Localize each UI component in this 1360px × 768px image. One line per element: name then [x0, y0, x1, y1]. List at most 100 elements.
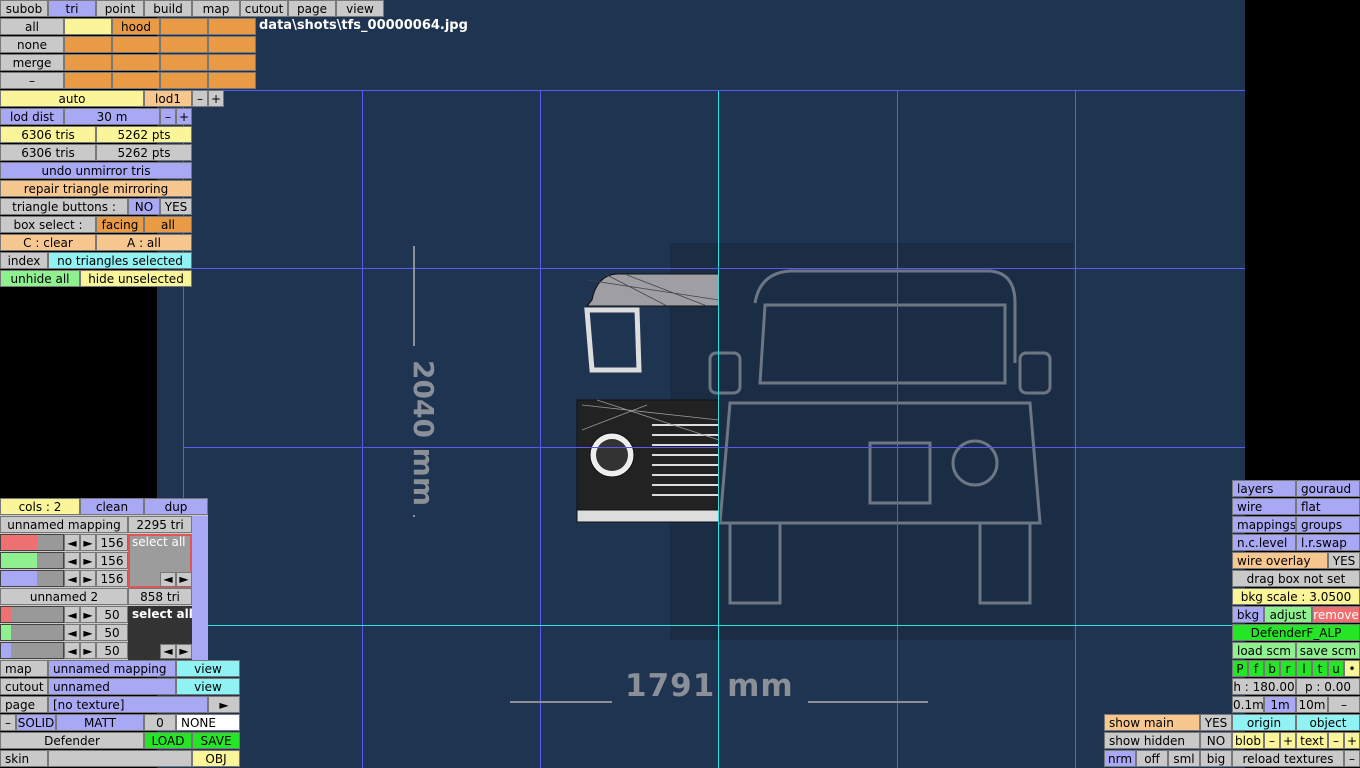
- off-button[interactable]: off: [1136, 750, 1168, 767]
- lod-level[interactable]: lod1: [144, 90, 192, 107]
- red-slider[interactable]: [0, 606, 64, 623]
- wire-overlay-yes[interactable]: YES: [1328, 552, 1360, 569]
- model-name[interactable]: Defender: [0, 732, 144, 749]
- arrow-left-icon[interactable]: ◄: [160, 644, 176, 659]
- lod-dist-minus[interactable]: –: [160, 108, 176, 125]
- minus-button[interactable]: –: [0, 714, 16, 731]
- green-slider[interactable]: [0, 552, 64, 569]
- dot-icon[interactable]: •: [1344, 660, 1360, 677]
- arrow-left-icon[interactable]: ◄: [64, 642, 80, 659]
- index-button[interactable]: index: [0, 252, 48, 269]
- page-value[interactable]: [no texture]: [48, 696, 208, 713]
- part-slot[interactable]: [64, 18, 112, 35]
- text-label[interactable]: text: [1296, 732, 1328, 749]
- arrow-right-icon[interactable]: ►: [80, 534, 96, 551]
- show-hidden-label[interactable]: show hidden: [1104, 732, 1200, 749]
- flag-t[interactable]: t: [1312, 660, 1328, 677]
- mapping-1-name[interactable]: unnamed mapping: [0, 516, 128, 533]
- menu-cutout[interactable]: cutout: [240, 0, 288, 17]
- step-1m[interactable]: 1m: [1264, 696, 1296, 713]
- save-button[interactable]: SAVE: [192, 732, 240, 749]
- flag-f[interactable]: f: [1248, 660, 1264, 677]
- arrow-right-icon[interactable]: ►: [80, 570, 96, 587]
- show-main-yes[interactable]: YES: [1200, 714, 1232, 731]
- repair-mirroring-button[interactable]: repair triangle mirroring: [0, 180, 192, 197]
- part-slot[interactable]: [208, 18, 256, 35]
- menu-tri[interactable]: tri: [48, 0, 96, 17]
- arrow-right-icon[interactable]: ►: [176, 644, 192, 659]
- lod-auto-button[interactable]: auto: [0, 90, 144, 107]
- menu-map[interactable]: map: [192, 0, 240, 17]
- reload-minus[interactable]: –: [1344, 750, 1360, 767]
- arrow-right-icon[interactable]: ►: [80, 552, 96, 569]
- part-slot[interactable]: [160, 18, 208, 35]
- part-slot[interactable]: [208, 36, 256, 53]
- part-slot[interactable]: [112, 36, 160, 53]
- arrow-left-icon[interactable]: ◄: [64, 534, 80, 551]
- model-file[interactable]: DefenderF_ALP: [1232, 624, 1360, 641]
- groups-button[interactable]: groups: [1296, 516, 1360, 533]
- part-slot[interactable]: [64, 54, 112, 71]
- part-hood[interactable]: hood: [112, 18, 160, 35]
- step-10m[interactable]: 10m: [1296, 696, 1328, 713]
- viewport[interactable]: [157, 0, 1245, 768]
- play-icon[interactable]: ►: [208, 696, 240, 713]
- part-slot[interactable]: [160, 36, 208, 53]
- gouraud-button[interactable]: gouraud: [1296, 480, 1360, 497]
- lod-dist-plus[interactable]: +: [176, 108, 192, 125]
- arrow-left-icon[interactable]: ◄: [160, 572, 176, 587]
- lod-dist-value[interactable]: 30 m: [64, 108, 160, 125]
- nrm-button[interactable]: nrm: [1104, 750, 1136, 767]
- bkg-scale[interactable]: bkg scale : 3.0500: [1232, 588, 1360, 605]
- flag-l[interactable]: l: [1296, 660, 1312, 677]
- map-value[interactable]: unnamed mapping: [48, 660, 176, 677]
- unhide-all-button[interactable]: unhide all: [0, 270, 80, 287]
- wire-overlay-label[interactable]: wire overlay: [1232, 552, 1328, 569]
- arrow-left-icon[interactable]: ◄: [64, 624, 80, 641]
- remove-button[interactable]: remove: [1312, 606, 1360, 623]
- mappings-button[interactable]: mappings: [1232, 516, 1296, 533]
- flag-P[interactable]: P: [1232, 660, 1248, 677]
- clear-hint[interactable]: C : clear: [0, 234, 96, 251]
- flag-b[interactable]: b: [1264, 660, 1280, 677]
- arrow-right-icon[interactable]: ►: [80, 606, 96, 623]
- arrow-left-icon[interactable]: ◄: [64, 552, 80, 569]
- part-slot[interactable]: [160, 72, 208, 89]
- mapping-scrollbar[interactable]: [192, 516, 208, 660]
- arrow-right-icon[interactable]: ►: [80, 642, 96, 659]
- blob-plus[interactable]: +: [1280, 732, 1296, 749]
- bkg-button[interactable]: bkg: [1232, 606, 1264, 623]
- part-merge[interactable]: merge: [0, 54, 64, 71]
- step-minus[interactable]: –: [1328, 696, 1360, 713]
- part-slot[interactable]: [112, 54, 160, 71]
- menu-build[interactable]: build: [144, 0, 192, 17]
- part-slot[interactable]: [160, 54, 208, 71]
- arrow-right-icon[interactable]: ►: [176, 572, 192, 587]
- skin-value[interactable]: [48, 750, 192, 767]
- select-all-2[interactable]: select all: [132, 607, 193, 621]
- part-minus[interactable]: –: [0, 72, 64, 89]
- triangle-buttons-yes[interactable]: YES: [160, 198, 192, 215]
- part-slot[interactable]: [64, 72, 112, 89]
- object-button[interactable]: object: [1296, 714, 1360, 731]
- map-view-button[interactable]: view: [176, 660, 240, 677]
- box-select-all[interactable]: all: [144, 216, 192, 233]
- zero-value[interactable]: 0: [144, 714, 176, 731]
- arrow-right-icon[interactable]: ►: [80, 624, 96, 641]
- reload-textures-button[interactable]: reload textures: [1232, 750, 1344, 767]
- obj-button[interactable]: OBJ: [192, 750, 240, 767]
- part-slot[interactable]: [112, 72, 160, 89]
- sml-button[interactable]: sml: [1168, 750, 1200, 767]
- show-main-label[interactable]: show main: [1104, 714, 1200, 731]
- menu-subob[interactable]: subob: [0, 0, 48, 17]
- heading-value[interactable]: h : 180.00: [1232, 678, 1296, 695]
- nclevel-button[interactable]: n.c.level: [1232, 534, 1296, 551]
- part-none[interactable]: none: [0, 36, 64, 53]
- red-slider[interactable]: [0, 534, 64, 551]
- part-all[interactable]: all: [0, 18, 64, 35]
- solid-button[interactable]: SOLID: [16, 714, 56, 731]
- blob-minus[interactable]: –: [1264, 732, 1280, 749]
- wire-button[interactable]: wire: [1232, 498, 1296, 515]
- dup-button[interactable]: dup: [144, 498, 208, 515]
- adjust-button[interactable]: adjust: [1264, 606, 1312, 623]
